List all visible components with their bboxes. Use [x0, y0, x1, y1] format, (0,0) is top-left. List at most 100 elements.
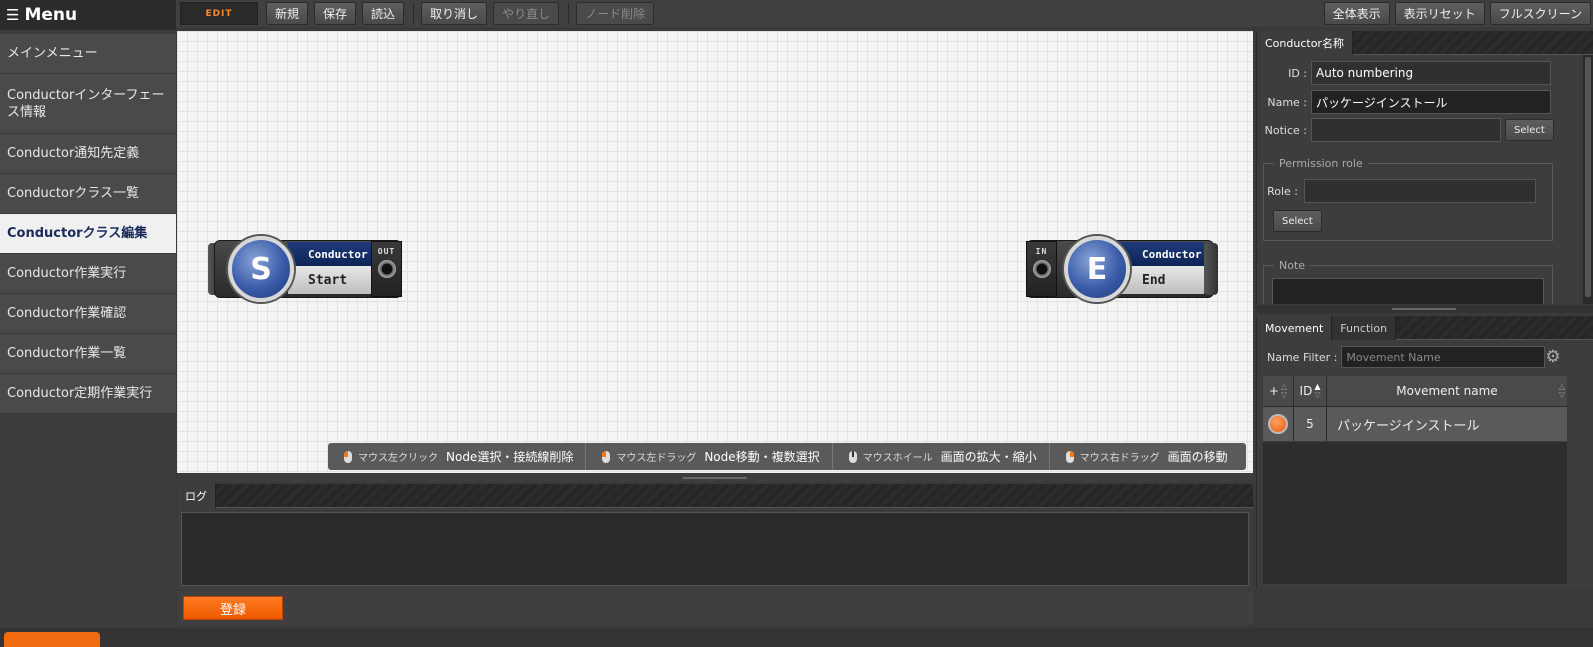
movement-add-cell[interactable]	[1263, 407, 1294, 441]
mouse-wheel-icon	[848, 450, 857, 463]
start-node-icon: S	[228, 236, 294, 302]
movement-panel: Movement Function Name Filter : Movement…	[1256, 316, 1593, 588]
sidebar-item-label: Conductor通知先定義	[7, 146, 140, 161]
sort-icon[interactable]: ▲ ▽	[1314, 383, 1320, 399]
out-terminal[interactable]: OUT	[371, 241, 402, 297]
notice-select-button[interactable]: Select	[1505, 119, 1554, 141]
movement-table: + △ ▽ ID ▲ ▽ Movement name △ ▽ 5 パッケージインストー…	[1263, 376, 1567, 441]
node-cap-right	[1204, 243, 1218, 295]
start-node[interactable]: Conductor Start S OUT	[208, 236, 404, 302]
save-button[interactable]: 保存	[314, 2, 357, 25]
register-button[interactable]: 登録	[183, 596, 283, 620]
name-filter-input[interactable]: Movement Name	[1341, 346, 1546, 368]
log-resize-handle[interactable]	[177, 474, 1253, 482]
name-filter-row: Name Filter : Movement Name	[1267, 346, 1546, 368]
delete-node-button[interactable]: ノード削除	[576, 2, 655, 25]
hint-action: マウス右ドラッグ	[1079, 453, 1160, 464]
name-column-header[interactable]: Movement name △ ▽	[1327, 376, 1567, 406]
tab-function[interactable]: Function	[1332, 316, 1397, 340]
in-terminal[interactable]: IN	[1026, 241, 1057, 297]
redo-button[interactable]: やり直し	[493, 2, 560, 25]
undo-button[interactable]: 取り消し	[421, 2, 488, 25]
menu-title: Menu	[24, 5, 78, 25]
id-column-header[interactable]: ID ▲ ▽	[1294, 376, 1327, 406]
name-input[interactable]: パッケージインストール	[1311, 90, 1551, 114]
load-button[interactable]: 読込	[362, 2, 405, 25]
sidebar-item-conductor-execute[interactable]: Conductor作業実行	[0, 254, 176, 294]
note-group: Note	[1263, 259, 1553, 304]
hint-wheel: マウスホイール 画面の拡大・縮小	[833, 443, 1050, 470]
id-header-label: ID	[1299, 384, 1313, 398]
sidebar-item-label: Conductorクラス一覧	[7, 186, 140, 201]
gear-icon[interactable]: ⚙	[1544, 348, 1562, 366]
properties-tab-bar: Conductor名称	[1257, 31, 1593, 55]
properties-scrollbar[interactable]	[1583, 55, 1593, 304]
scrollbar-thumb[interactable]	[1585, 57, 1591, 297]
sidebar-item-main-menu[interactable]: メインメニュー	[0, 34, 176, 74]
hamburger-icon[interactable]: ☰	[6, 6, 19, 24]
toolbar-divider	[568, 2, 570, 25]
sidebar-item-conductor-notification[interactable]: Conductor通知先定義	[0, 134, 176, 174]
footer-action-bar: 登録	[177, 591, 1253, 625]
fullscreen-button[interactable]: フルスクリーン	[1489, 2, 1591, 25]
end-node-icon: E	[1064, 236, 1130, 302]
sidebar-item-conductor-confirm[interactable]: Conductor作業確認	[0, 294, 176, 334]
movement-id-cell: 5	[1294, 407, 1327, 441]
right-resize-handle[interactable]	[1256, 305, 1593, 313]
role-select-button[interactable]: Select	[1273, 210, 1322, 232]
hint-description: 画面の移動	[1167, 450, 1228, 464]
log-tab-bar: ログ	[177, 484, 1253, 508]
notice-field	[1311, 118, 1501, 142]
sort-icon[interactable]: △ ▽	[1559, 383, 1565, 399]
reset-view-button[interactable]: 表示リセット	[1394, 2, 1485, 25]
sidebar-item-label: Conductor作業一覧	[7, 346, 127, 361]
movement-node-icon[interactable]	[1268, 414, 1288, 434]
hint-left-click: マウス左クリック Node選択・接続線削除	[328, 443, 587, 470]
terminal-label: IN	[1035, 247, 1048, 256]
hint-left-drag: マウス左ドラッグ Node移動・複数選択	[586, 443, 833, 470]
permission-role-group: Permission role Role : Select	[1263, 157, 1553, 241]
end-node[interactable]: IN Conductor End E	[1026, 236, 1222, 302]
sidebar-item-conductor-job-list[interactable]: Conductor作業一覧	[0, 334, 176, 374]
resize-grip[interactable]	[683, 477, 747, 479]
id-label: ID :	[1288, 66, 1307, 80]
add-header-label: +	[1268, 384, 1279, 398]
movement-table-header: + △ ▽ ID ▲ ▽ Movement name △ ▽	[1263, 376, 1567, 407]
name-filter-label: Name Filter :	[1267, 350, 1338, 364]
hint-action: マウス左クリック	[358, 453, 438, 464]
sidebar-item-label: Conductor定期作業実行	[7, 386, 153, 401]
note-input[interactable]	[1272, 278, 1544, 304]
menu-header[interactable]: ☰ Menu	[0, 0, 176, 30]
hint-right-drag: マウス右ドラッグ 画面の移動	[1050, 443, 1240, 470]
hint-action: マウスホイール	[862, 453, 933, 464]
connector-jack-icon[interactable]	[377, 260, 396, 278]
tab-log[interactable]: ログ	[177, 484, 216, 508]
node-label: Start	[288, 266, 372, 294]
name-header-label: Movement name	[1396, 384, 1498, 398]
sidebar-item-label: Conductor作業確認	[7, 306, 127, 321]
sidebar: ☰ Menu メインメニュー Conductorインターフェース情報 Condu…	[0, 0, 176, 647]
conductor-editor-canvas[interactable]: Conductor Start S OUT IN Conductor End E…	[177, 31, 1253, 473]
movement-list-empty-area	[1263, 442, 1567, 584]
show-all-button[interactable]: 全体表示	[1323, 2, 1390, 25]
role-field	[1304, 179, 1536, 203]
table-row[interactable]: 5 パッケージインストール	[1263, 407, 1567, 441]
sidebar-item-label: Conductorクラス編集	[7, 226, 148, 241]
resize-grip[interactable]	[1392, 308, 1456, 310]
sidebar-item-conductor-interface[interactable]: Conductorインターフェース情報	[0, 74, 176, 134]
sidebar-item-conductor-class-edit[interactable]: Conductorクラス編集	[0, 214, 176, 254]
sidebar-item-label: Conductorインターフェース情報	[7, 87, 165, 120]
bottom-orange-tab[interactable]	[4, 632, 100, 647]
new-button[interactable]: 新規	[266, 2, 309, 25]
tab-conductor-name[interactable]: Conductor名称	[1257, 31, 1353, 55]
sidebar-item-conductor-class-list[interactable]: Conductorクラス一覧	[0, 174, 176, 214]
toolbar-divider	[413, 2, 415, 25]
mouse-left-click-icon	[344, 450, 352, 463]
tab-movement[interactable]: Movement	[1257, 316, 1333, 340]
hint-action: マウス左ドラッグ	[616, 453, 697, 464]
connector-jack-icon[interactable]	[1032, 260, 1051, 278]
add-column-header[interactable]: + △ ▽	[1263, 376, 1294, 406]
log-panel: ログ	[177, 484, 1253, 589]
sidebar-item-conductor-scheduled[interactable]: Conductor定期作業実行	[0, 374, 176, 414]
sort-icon[interactable]: △ ▽	[1281, 383, 1287, 399]
